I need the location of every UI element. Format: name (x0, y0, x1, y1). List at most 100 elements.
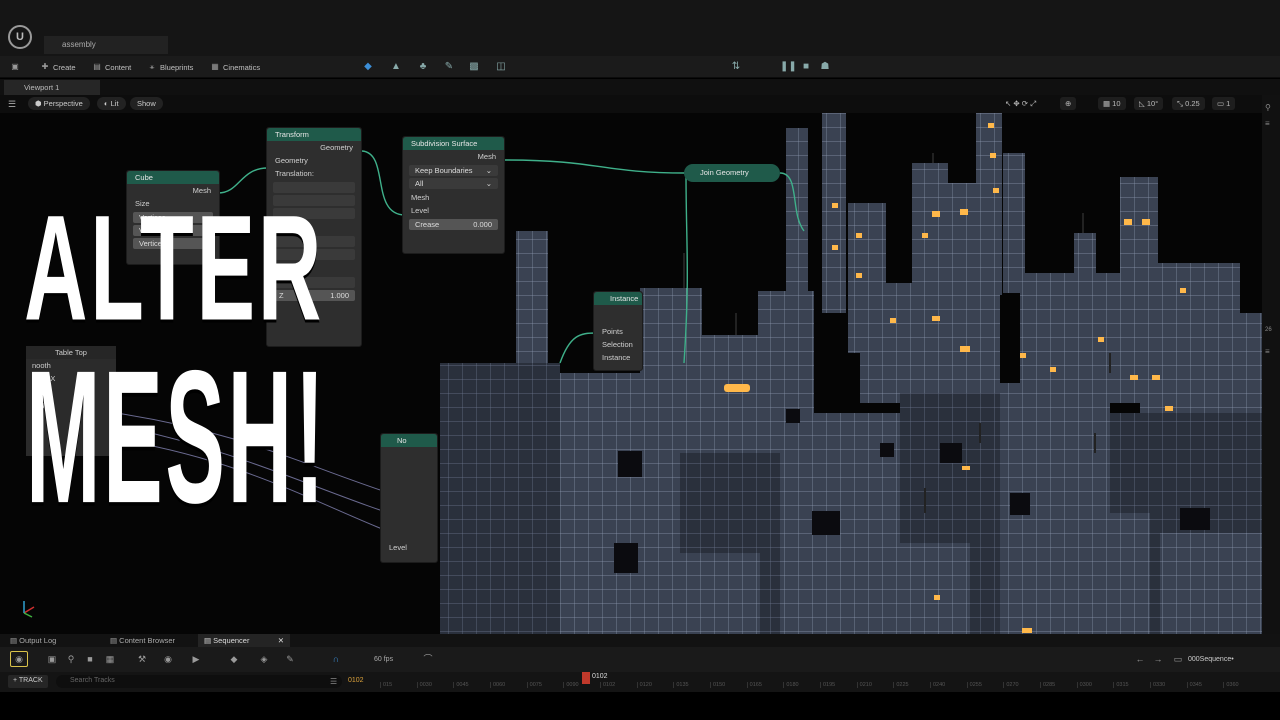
cinematics-icon: ▦ (211, 62, 219, 71)
viewport-tab-strip: Viewport 1 (0, 79, 1280, 95)
ue-logo-icon[interactable]: U (8, 25, 32, 49)
noise-node[interactable]: No Level (380, 433, 438, 563)
pause-icon[interactable]: ❚❚ (780, 61, 797, 73)
noise-node-title: No (381, 434, 437, 447)
render-icon[interactable]: ▦ (104, 653, 116, 665)
create-icon: ✚ (41, 62, 49, 71)
rotation-snap[interactable]: ◺ 10° (1134, 97, 1164, 110)
select-mode-icon[interactable]: ◆ (362, 61, 374, 73)
add-track-button[interactable]: + TRACK (8, 675, 48, 688)
content-icon: ▤ (93, 62, 101, 71)
transform-geometry-output: Geometry (320, 143, 353, 152)
foliage-mode-icon[interactable]: ♣ (417, 61, 429, 73)
instance-node-title: Instance (594, 292, 642, 305)
join-geometry-node[interactable]: Join Geometry (684, 164, 780, 182)
search-icon[interactable]: ⚲ (65, 653, 77, 665)
save-icon[interactable]: ▣ (46, 653, 58, 665)
fps-select[interactable]: 60 fps (374, 656, 393, 663)
content-button[interactable]: ▤ Content (92, 60, 131, 74)
create-button[interactable]: ✚ Create (40, 60, 76, 74)
noise-level-input: Level (389, 543, 407, 552)
folder-icon[interactable]: ▭ (1172, 653, 1184, 665)
current-frame: 0102 (348, 677, 364, 684)
ruler-tick: 0300 (1076, 682, 1092, 688)
right-sidebar: ⚲ ≡ 26 ≡ (1262, 95, 1280, 635)
play-icon[interactable]: ▶ (190, 653, 202, 665)
search-tracks-input[interactable]: Search Tracks (56, 675, 342, 688)
details-icon[interactable]: ≡ (1265, 347, 1270, 356)
brush-mode-icon[interactable]: ✎ (443, 61, 455, 73)
viewport-toolbar: ☰ ⬢ Perspective ◐ Lit Show ↖ ✥ ⟳ ⤢ ⊕ ▦ 1… (0, 95, 1280, 113)
subdivision-node-title: Subdivision Surface (403, 137, 504, 150)
menu-icon[interactable]: ☰ (8, 99, 16, 110)
ruler-tick: 0045 (453, 682, 469, 688)
tab-viewport[interactable]: Viewport 1 (4, 80, 100, 95)
pen-icon[interactable]: ✎ (284, 653, 296, 665)
diamond-icon[interactable]: ◆ (228, 653, 240, 665)
sequence-name[interactable]: 000Sequence• (1188, 656, 1234, 663)
frame-ruler[interactable]: 015 0030 0045 0060 0075 0090 0102 0120 0135 0150 0… (380, 682, 1260, 690)
transform-translation-label: Translation: (275, 169, 314, 178)
magnet-icon[interactable]: ∩ (330, 653, 342, 665)
filter-icon[interactable]: ☰ (330, 677, 337, 686)
tab-content-browser[interactable]: ▤ Content Browser (104, 634, 181, 647)
tab-sequencer[interactable]: ▤ Sequencer ✕ (198, 634, 290, 647)
show-button[interactable]: Show (130, 97, 163, 110)
axis-gizmo (23, 601, 35, 618)
chevron-down-icon: ⌄ (485, 166, 492, 175)
camera-icon[interactable]: ■ (84, 653, 96, 665)
settings-icon[interactable]: ≡ (1265, 119, 1270, 128)
boundary-select[interactable]: Keep Boundaries ⌄ (409, 165, 498, 176)
chevron-down-icon: ⌄ (485, 179, 492, 188)
fracture-mode-icon[interactable]: ◫ (495, 61, 507, 73)
ruler-tick: 0360 (1223, 682, 1239, 688)
document-tab[interactable]: assembly (44, 36, 168, 54)
camera-speed[interactable]: ▭ 1 (1212, 97, 1236, 110)
ruler-tick: 0090 (563, 682, 579, 688)
key-diamond-icon[interactable]: ◈ (258, 653, 270, 665)
gamepad-icon[interactable]: ☗ (819, 61, 831, 73)
perspective-button[interactable]: ⬢ Perspective (28, 97, 90, 110)
smooth-select[interactable]: All ⌄ (409, 178, 498, 189)
grid-snap[interactable]: ▦ 10 (1098, 97, 1126, 110)
ruler-tick: 0285 (1040, 682, 1055, 688)
back-arrow-icon[interactable]: ← (1134, 653, 1146, 665)
landscape-mode-icon[interactable]: ▲ (390, 61, 402, 73)
ruler-tick: 0030 (416, 682, 432, 688)
viewport[interactable]: Cube Mesh Size Vertices Vertices Vertice… (0, 113, 1262, 635)
mesh-paint-icon[interactable]: ▩ (468, 61, 480, 73)
stop-icon[interactable]: ■ (800, 61, 812, 73)
ruler-tick: 0255 (966, 682, 982, 688)
subdivision-node[interactable]: Subdivision Surface Mesh Keep Boundaries… (402, 136, 505, 254)
ruler-tick: 0270 (1003, 682, 1019, 688)
forward-arrow-icon[interactable]: → (1152, 653, 1164, 665)
close-icon[interactable]: ✕ (278, 636, 284, 645)
scale-snap[interactable]: ⤡ 0.25 (1172, 97, 1205, 110)
transform-tools[interactable]: ↖ ✥ ⟳ ⤢ (1000, 97, 1041, 110)
curve-icon[interactable]: ⌒ (422, 653, 434, 665)
blueprints-button[interactable]: ⚹ Blueprints (147, 60, 194, 74)
letterbox-bottom (0, 692, 1280, 720)
tab-output-log[interactable]: ▤ Output Log (4, 634, 62, 647)
ruler-tick: 0135 (673, 682, 689, 688)
building-block (1160, 533, 1262, 635)
key-icon[interactable]: ⚒ (136, 653, 148, 665)
platforms-icon[interactable]: ⇅ (730, 61, 742, 73)
search-icon[interactable]: ⚲ (1265, 103, 1271, 112)
ruler-tick: 0240 (930, 682, 945, 688)
subdivision-mesh-input: Mesh (411, 193, 430, 202)
building-block (1030, 513, 1150, 635)
world-local-toggle[interactable]: ⊕ (1060, 97, 1077, 110)
ruler-tick: 0150 (710, 682, 725, 688)
ruler-tick: 0210 (856, 682, 872, 688)
instance-node[interactable]: Instance Points Selection Instance (593, 291, 643, 371)
crease-field[interactable]: Crease 0.000 (409, 219, 498, 230)
ruler-tick: 0075 (526, 682, 542, 688)
building-block (860, 283, 1000, 403)
world-icon[interactable]: ◉ (10, 651, 28, 667)
cinematics-button[interactable]: ▦ Cinematics (210, 60, 260, 74)
eye-icon[interactable]: ◉ (162, 653, 174, 665)
save-icon: ▣ (11, 62, 19, 71)
lit-button[interactable]: ◐ Lit (97, 97, 126, 110)
save-button[interactable]: ▣ (10, 60, 20, 74)
